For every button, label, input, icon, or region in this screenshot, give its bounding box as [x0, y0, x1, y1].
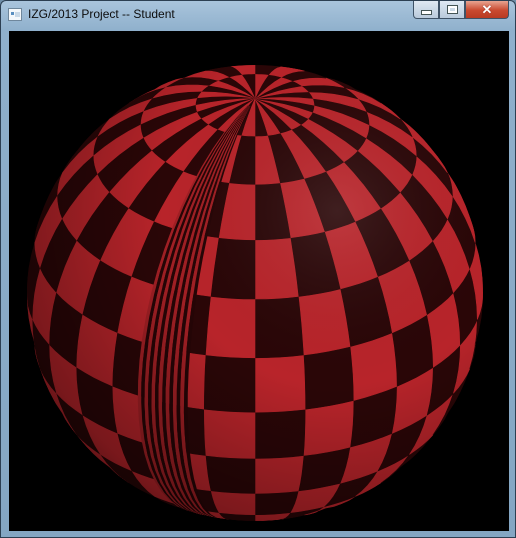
minimize-button[interactable]: [413, 1, 439, 19]
render-viewport[interactable]: [9, 31, 509, 531]
close-button[interactable]: ✕: [465, 1, 509, 19]
application-icon[interactable]: [8, 8, 22, 21]
minimize-icon: [414, 1, 438, 18]
checkered-sphere: [27, 65, 483, 521]
close-icon: ✕: [481, 2, 493, 17]
rendered-sphere-scene: [9, 31, 509, 531]
maximize-icon: [440, 1, 464, 18]
sphere-shading: [27, 65, 483, 521]
window-title: IZG/2013 Project -- Student: [28, 7, 175, 21]
maximize-button[interactable]: [439, 1, 465, 19]
caption-buttons: ✕: [413, 1, 509, 21]
application-window: IZG/2013 Project -- Student ✕: [0, 0, 516, 538]
title-bar[interactable]: IZG/2013 Project -- Student ✕: [1, 1, 515, 30]
